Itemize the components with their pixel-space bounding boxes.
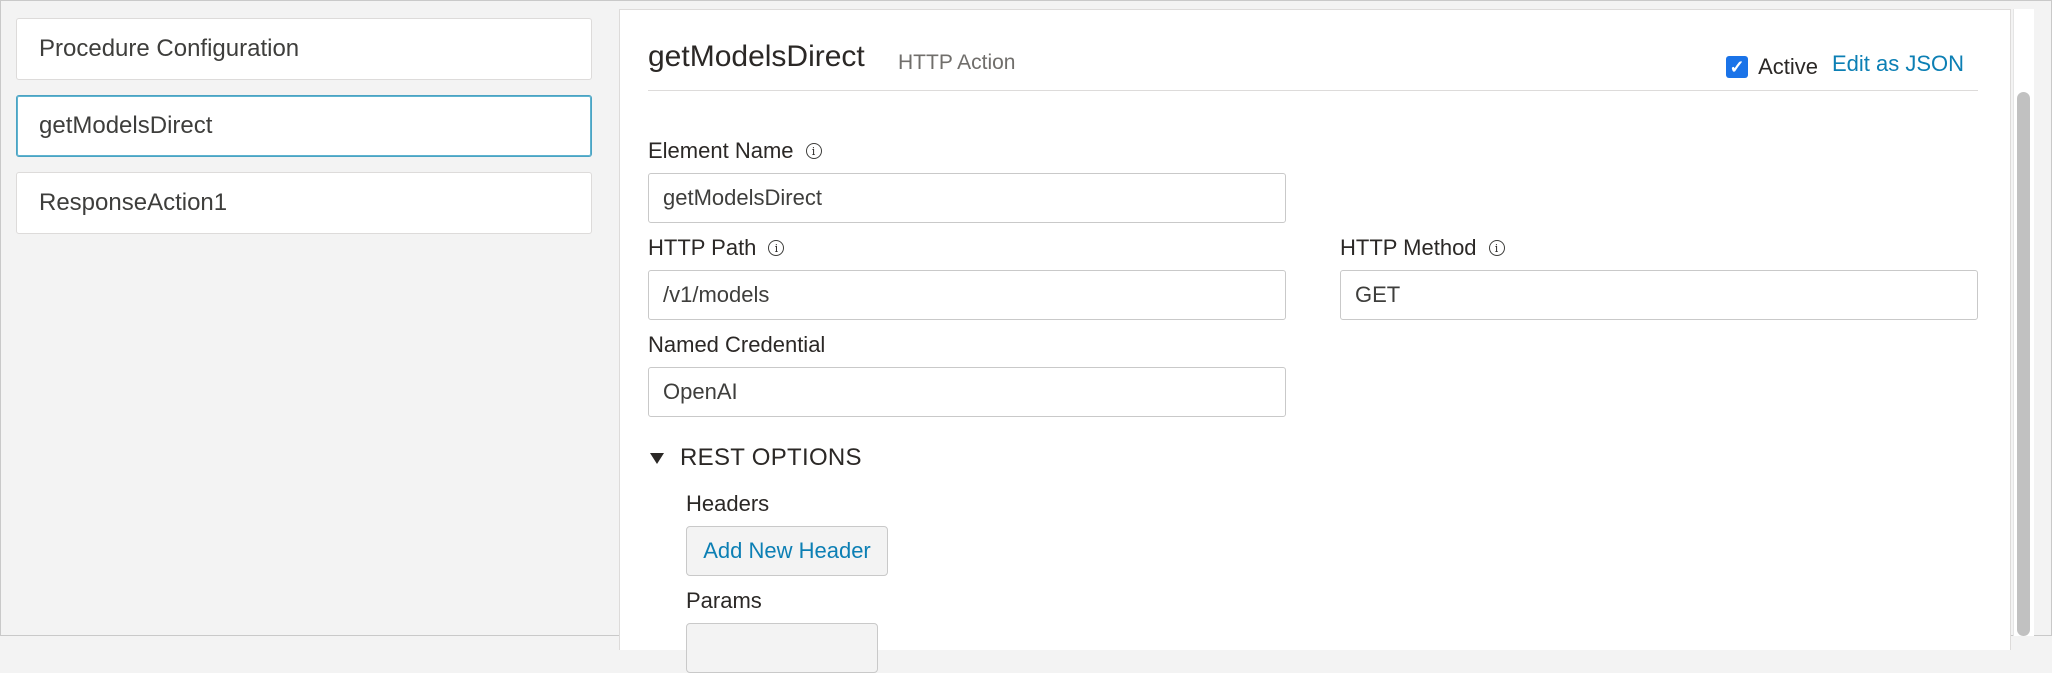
sidebar-item-procedure-configuration[interactable]: Procedure Configuration bbox=[16, 18, 592, 80]
triangle-down-icon bbox=[650, 452, 664, 464]
http-path-label-text: HTTP Path bbox=[648, 235, 757, 260]
sidebar-item-label: getModelsDirect bbox=[39, 112, 213, 139]
sidebar-item-responseaction1[interactable]: ResponseAction1 bbox=[16, 172, 592, 234]
info-icon[interactable]: i bbox=[805, 143, 822, 159]
http-method-value: GET bbox=[1355, 282, 1401, 307]
http-method-label: HTTP Method i bbox=[1340, 235, 1505, 261]
info-icon[interactable]: i bbox=[768, 240, 785, 256]
sidebar-item-label: Procedure Configuration bbox=[39, 35, 300, 62]
sidebar-item-getmodelsdirect[interactable]: getModelsDirect bbox=[16, 95, 592, 157]
page-subtitle: HTTP Action bbox=[898, 51, 1016, 74]
element-name-input[interactable]: getModelsDirect bbox=[648, 173, 1286, 223]
page-title: getModelsDirect bbox=[648, 40, 865, 73]
sidebar-item-label: ResponseAction1 bbox=[39, 189, 228, 216]
element-name-label-text: Element Name bbox=[648, 138, 794, 163]
named-credential-label-text: Named Credential bbox=[648, 332, 826, 357]
params-label: Params bbox=[686, 588, 762, 613]
element-name-label: Element Name i bbox=[648, 138, 822, 164]
sidebar: Procedure Configuration getModelsDirect … bbox=[16, 18, 592, 234]
http-path-value: /v1/models bbox=[663, 282, 770, 307]
scrollbar-thumb[interactable] bbox=[2017, 92, 2030, 636]
named-credential-value: OpenAI bbox=[663, 379, 738, 404]
info-icon[interactable]: i bbox=[1488, 240, 1505, 256]
headers-label: Headers bbox=[686, 491, 770, 516]
named-credential-input[interactable]: OpenAI bbox=[648, 367, 1286, 417]
http-method-input[interactable]: GET bbox=[1340, 270, 1978, 320]
add-new-header-label: Add New Header bbox=[703, 538, 871, 563]
named-credential-label: Named Credential bbox=[648, 332, 825, 358]
http-method-label-text: HTTP Method bbox=[1340, 235, 1477, 260]
edit-as-json-link[interactable]: Edit as JSON bbox=[1832, 51, 1964, 77]
add-new-param-button[interactable] bbox=[686, 623, 878, 673]
element-name-value: getModelsDirect bbox=[663, 185, 822, 210]
http-path-input[interactable]: /v1/models bbox=[648, 270, 1286, 320]
rest-options-label: REST OPTIONS bbox=[680, 444, 862, 471]
active-label: Active bbox=[1758, 54, 1818, 79]
checkbox-checked-icon[interactable]: ✓ bbox=[1726, 56, 1749, 78]
panel-header: getModelsDirect HTTP Action ✓ Active Edi… bbox=[648, 10, 1978, 91]
http-path-label: HTTP Path i bbox=[648, 235, 785, 261]
active-toggle[interactable]: ✓ Active bbox=[1726, 54, 1818, 80]
main-panel: getModelsDirect HTTP Action ✓ Active Edi… bbox=[619, 9, 2011, 673]
add-new-header-button[interactable]: Add New Header bbox=[686, 526, 888, 576]
rest-options-toggle[interactable]: REST OPTIONS bbox=[650, 444, 862, 472]
